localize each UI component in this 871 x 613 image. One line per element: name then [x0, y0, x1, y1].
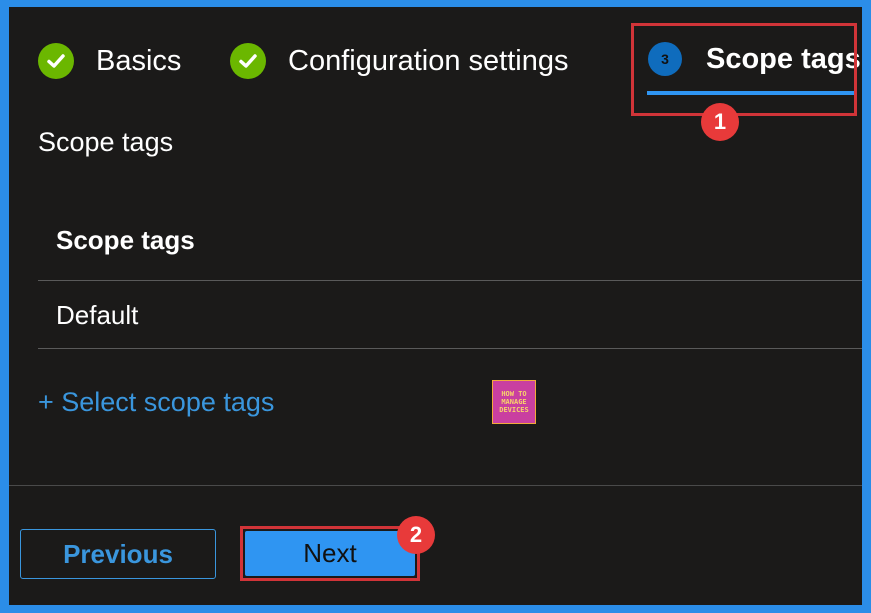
footer-divider [9, 485, 862, 486]
select-scope-tags-link[interactable]: + Select scope tags [38, 387, 274, 418]
tab-basics-label: Basics [96, 44, 182, 77]
check-icon [38, 43, 74, 79]
tab-basics[interactable]: Basics [38, 43, 181, 79]
table-divider [38, 348, 862, 349]
annotation-badge-2: 2 [397, 516, 435, 554]
previous-button[interactable]: Previous [20, 529, 216, 579]
table-column-header: Scope tags [56, 225, 195, 255]
check-icon [230, 43, 266, 79]
wizard-panel: Basics Configuration settings 3 Scope ta… [9, 7, 862, 605]
section-heading: Scope tags [38, 127, 174, 157]
annotation-badge-1: 1 [701, 103, 739, 141]
howto-manage-devices-logo: HOW TO MANAGE DEVICES [492, 380, 536, 424]
next-button[interactable]: Next [245, 531, 415, 576]
tab-configuration-settings[interactable]: Configuration settings [230, 43, 569, 79]
table-divider [38, 280, 862, 281]
tab-configuration-settings-label: Configuration settings [288, 44, 569, 77]
annotation-highlight-box [631, 23, 857, 116]
table-row: Default [56, 300, 139, 330]
